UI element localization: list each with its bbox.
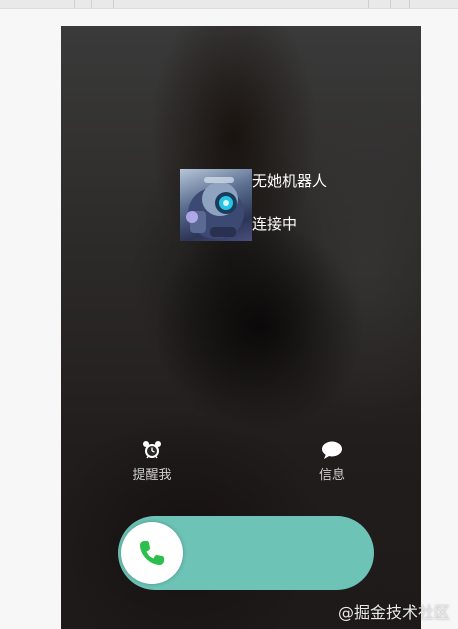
answer-slider-handle[interactable]: [121, 522, 183, 584]
chat-bubble-icon: [321, 440, 343, 460]
message-label: 信息: [318, 468, 345, 483]
caller-name: 无她机器人: [252, 172, 328, 190]
browser-top-bar: [0, 0, 458, 9]
remind-me-button[interactable]: 提醒我: [117, 440, 187, 483]
phone-icon: [140, 541, 164, 565]
answer-slider[interactable]: [118, 516, 374, 590]
message-button[interactable]: 信息: [297, 440, 367, 483]
caller-avatar: [180, 169, 252, 241]
call-status: 连接中: [252, 215, 298, 233]
remind-me-label: 提醒我: [132, 468, 172, 483]
watermark: @掘金技术社区: [337, 603, 450, 622]
incoming-call-screen: 无她机器人 连接中 提醒我 信息: [61, 26, 421, 629]
alarm-clock-icon: [141, 440, 163, 460]
